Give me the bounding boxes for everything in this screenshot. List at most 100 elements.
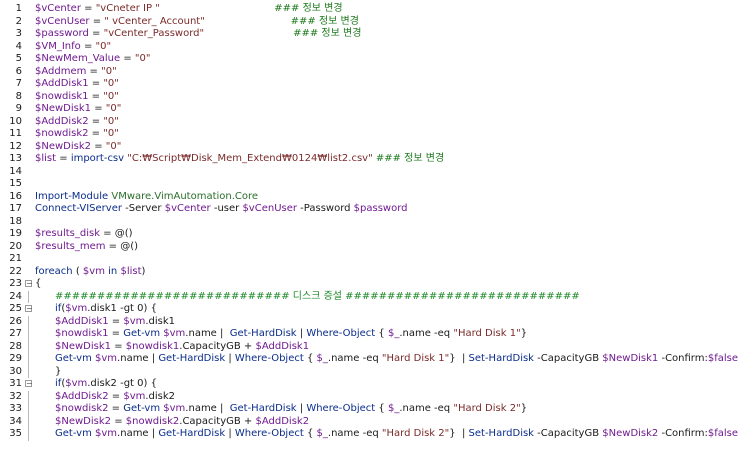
code-line[interactable]: 35 Get-vm $vm.name | Get-HardDisk | Where… bbox=[0, 428, 750, 441]
code-line[interactable]: 30} bbox=[0, 365, 750, 378]
code-token: .name -eq bbox=[399, 403, 454, 414]
code-line[interactable]: 31− if($vm.disk2 -gt 0) { bbox=[0, 378, 750, 391]
code-token: $_ bbox=[316, 353, 328, 364]
code-line[interactable]: 25− if($vm.disk1 -gt 0) { bbox=[0, 303, 750, 316]
code-token: ############################ 디스크 증설 ####… bbox=[55, 290, 580, 302]
code-text: ############################ 디스크 증설 ####… bbox=[55, 291, 580, 304]
line-number: 27 bbox=[9, 328, 22, 339]
code-token: = bbox=[88, 128, 104, 139]
code-token: .name | bbox=[117, 353, 159, 364]
code-line[interactable]: 5 $NewMem_Value = "0" bbox=[0, 53, 750, 66]
code-line[interactable]: 17 Connect-VIServer -Server $vCenter -use… bbox=[0, 203, 750, 216]
code-line[interactable]: 3 $password = "vCenter_Password" ### 정보 변… bbox=[0, 28, 750, 41]
code-token: Set-HardDisk bbox=[468, 428, 534, 439]
code-line[interactable]: 27 $nowdisk1 = Get-vm $vm.name | Get-Hard… bbox=[0, 328, 750, 341]
code-line[interactable]: 11 $nowdisk2 = "0" bbox=[0, 128, 750, 141]
code-line[interactable]: 16 Import-Module VMware.VimAutomation.Cor… bbox=[0, 191, 750, 204]
code-line[interactable]: 9 $NewDisk1 = "0" bbox=[0, 103, 750, 116]
code-token: Connect-VIServer bbox=[35, 203, 122, 214]
code-line[interactable]: 26 $AddDisk1 = $vm.disk1 bbox=[0, 315, 750, 328]
fold-guide bbox=[28, 403, 29, 416]
code-line[interactable]: 34 $NewDisk2 = $nowdisk2.CapacityGB + $Ad… bbox=[0, 415, 750, 428]
code-token: } | bbox=[449, 353, 469, 364]
code-token: = bbox=[86, 65, 102, 77]
code-token: } bbox=[55, 365, 62, 377]
code-token: { bbox=[35, 278, 42, 289]
code-line[interactable]: 7 $AddDisk1 = "0" bbox=[0, 78, 750, 91]
code-token: $_ bbox=[387, 403, 400, 414]
code-editor[interactable]: 1 $vCenter = "vCneter IP " ### 정보 변경 2 $vCe… bbox=[0, 0, 750, 449]
code-token: $password bbox=[353, 203, 408, 214]
code-line[interactable]: 13 $list = import-csv "C:₩Script₩Disk_Mem… bbox=[0, 153, 750, 166]
code-token: | bbox=[225, 353, 235, 364]
code-token: = bbox=[108, 328, 124, 339]
line-number: 26 bbox=[9, 315, 22, 327]
code-line[interactable]: 15 bbox=[0, 178, 750, 191]
code-line[interactable]: 14 bbox=[0, 166, 750, 179]
code-line[interactable]: 19 $results_disk = @() bbox=[0, 228, 750, 241]
fold-toggle-icon[interactable]: − bbox=[25, 305, 33, 313]
code-text: $NewDisk2 = "0" bbox=[35, 141, 121, 154]
code-token: $results_mem bbox=[35, 240, 106, 252]
code-line[interactable]: 18 bbox=[0, 216, 750, 229]
code-line[interactable]: 12 $NewDisk2 = "0" bbox=[0, 141, 750, 154]
line-number: 4 bbox=[15, 40, 22, 52]
code-line[interactable]: 24 ############################ 디스크 증설 ##… bbox=[0, 290, 750, 304]
code-token: $password bbox=[35, 28, 89, 39]
code-token: $AddDisk2 bbox=[255, 415, 310, 427]
code-token: $vm bbox=[82, 265, 105, 277]
code-token: $AddDisk2 bbox=[35, 115, 89, 127]
code-line[interactable]: 28 $NewDisk1 = $nowdisk1.CapacityGB + $Ad… bbox=[0, 340, 750, 353]
code-token: $nowdisk2 bbox=[125, 415, 180, 427]
code-token: $NewDisk1 bbox=[35, 103, 92, 114]
code-token: "0" bbox=[103, 115, 119, 127]
code-line[interactable]: 6 $Addmem = "0" bbox=[0, 66, 750, 79]
code-text: $NewDisk1 = "0" bbox=[35, 103, 121, 116]
code-line[interactable]: 10 $AddDisk2 = "0" bbox=[0, 116, 750, 129]
code-token: } bbox=[520, 328, 528, 339]
code-token: Get-HardDisk bbox=[158, 428, 226, 439]
code-line[interactable]: 1 $vCenter = "vCneter IP " ### 정보 변경 bbox=[0, 3, 750, 16]
code-line[interactable]: 21 bbox=[0, 253, 750, 266]
code-token: $list bbox=[35, 153, 57, 164]
fold-toggle-icon[interactable]: − bbox=[25, 280, 33, 288]
code-line[interactable]: 8 $nowdisk1 = "0" bbox=[0, 91, 750, 104]
line-number: 23 bbox=[9, 278, 22, 289]
code-token: = bbox=[111, 340, 126, 352]
code-token: $false bbox=[707, 428, 739, 439]
fold-guide bbox=[28, 340, 29, 353]
code-token: .name -eq bbox=[327, 353, 382, 364]
code-token: "Hard Disk 1" bbox=[453, 328, 521, 339]
code-token: { bbox=[303, 353, 317, 364]
line-number: 29 bbox=[9, 353, 22, 364]
code-token: = bbox=[111, 415, 126, 427]
code-token: { bbox=[375, 403, 388, 414]
code-token: $nowdisk2 bbox=[35, 128, 89, 139]
code-token: "Hard Disk 2" bbox=[453, 403, 521, 414]
code-line[interactable]: 4 $VM_Info = "0" bbox=[0, 41, 750, 54]
code-token: = bbox=[91, 140, 106, 152]
code-token: $NewDisk1 bbox=[602, 353, 659, 364]
code-line[interactable]: 23−{ bbox=[0, 278, 750, 291]
code-token: | bbox=[225, 428, 235, 439]
code-line[interactable]: 33 $nowdisk2 = Get-vm $vm.name | Get-Hard… bbox=[0, 403, 750, 416]
code-token: .name -eq bbox=[327, 428, 382, 439]
line-number: 6 bbox=[15, 65, 22, 77]
code-token: "Hard Disk 1" bbox=[381, 353, 450, 364]
code-text: Get-vm $vm.name | Get-HardDisk | Where-O… bbox=[55, 428, 738, 441]
code-token: "0" bbox=[95, 40, 112, 52]
fold-toggle-icon[interactable]: − bbox=[25, 380, 33, 388]
code-token: = bbox=[108, 315, 124, 327]
code-token: } bbox=[520, 403, 528, 414]
code-line[interactable]: 32 $AddDisk2 = $vm.disk2 bbox=[0, 390, 750, 403]
fold-guide bbox=[28, 315, 29, 328]
code-text: $list = import-csv "C:₩Script₩Disk_Mem_E… bbox=[35, 153, 444, 166]
code-token: Get-vm bbox=[55, 353, 92, 364]
code-text: { bbox=[35, 278, 41, 291]
code-line[interactable]: 2 $vCenUser = " vCenter_ Account" ### 정보 … bbox=[0, 16, 750, 29]
code-line[interactable]: 20 $results_mem = @() bbox=[0, 241, 750, 254]
code-line[interactable]: 29 Get-vm $vm.name | Get-HardDisk | Where… bbox=[0, 353, 750, 366]
code-line[interactable]: 22 foreach ( $vm in $list) bbox=[0, 266, 750, 279]
code-token: -Server bbox=[121, 203, 165, 214]
